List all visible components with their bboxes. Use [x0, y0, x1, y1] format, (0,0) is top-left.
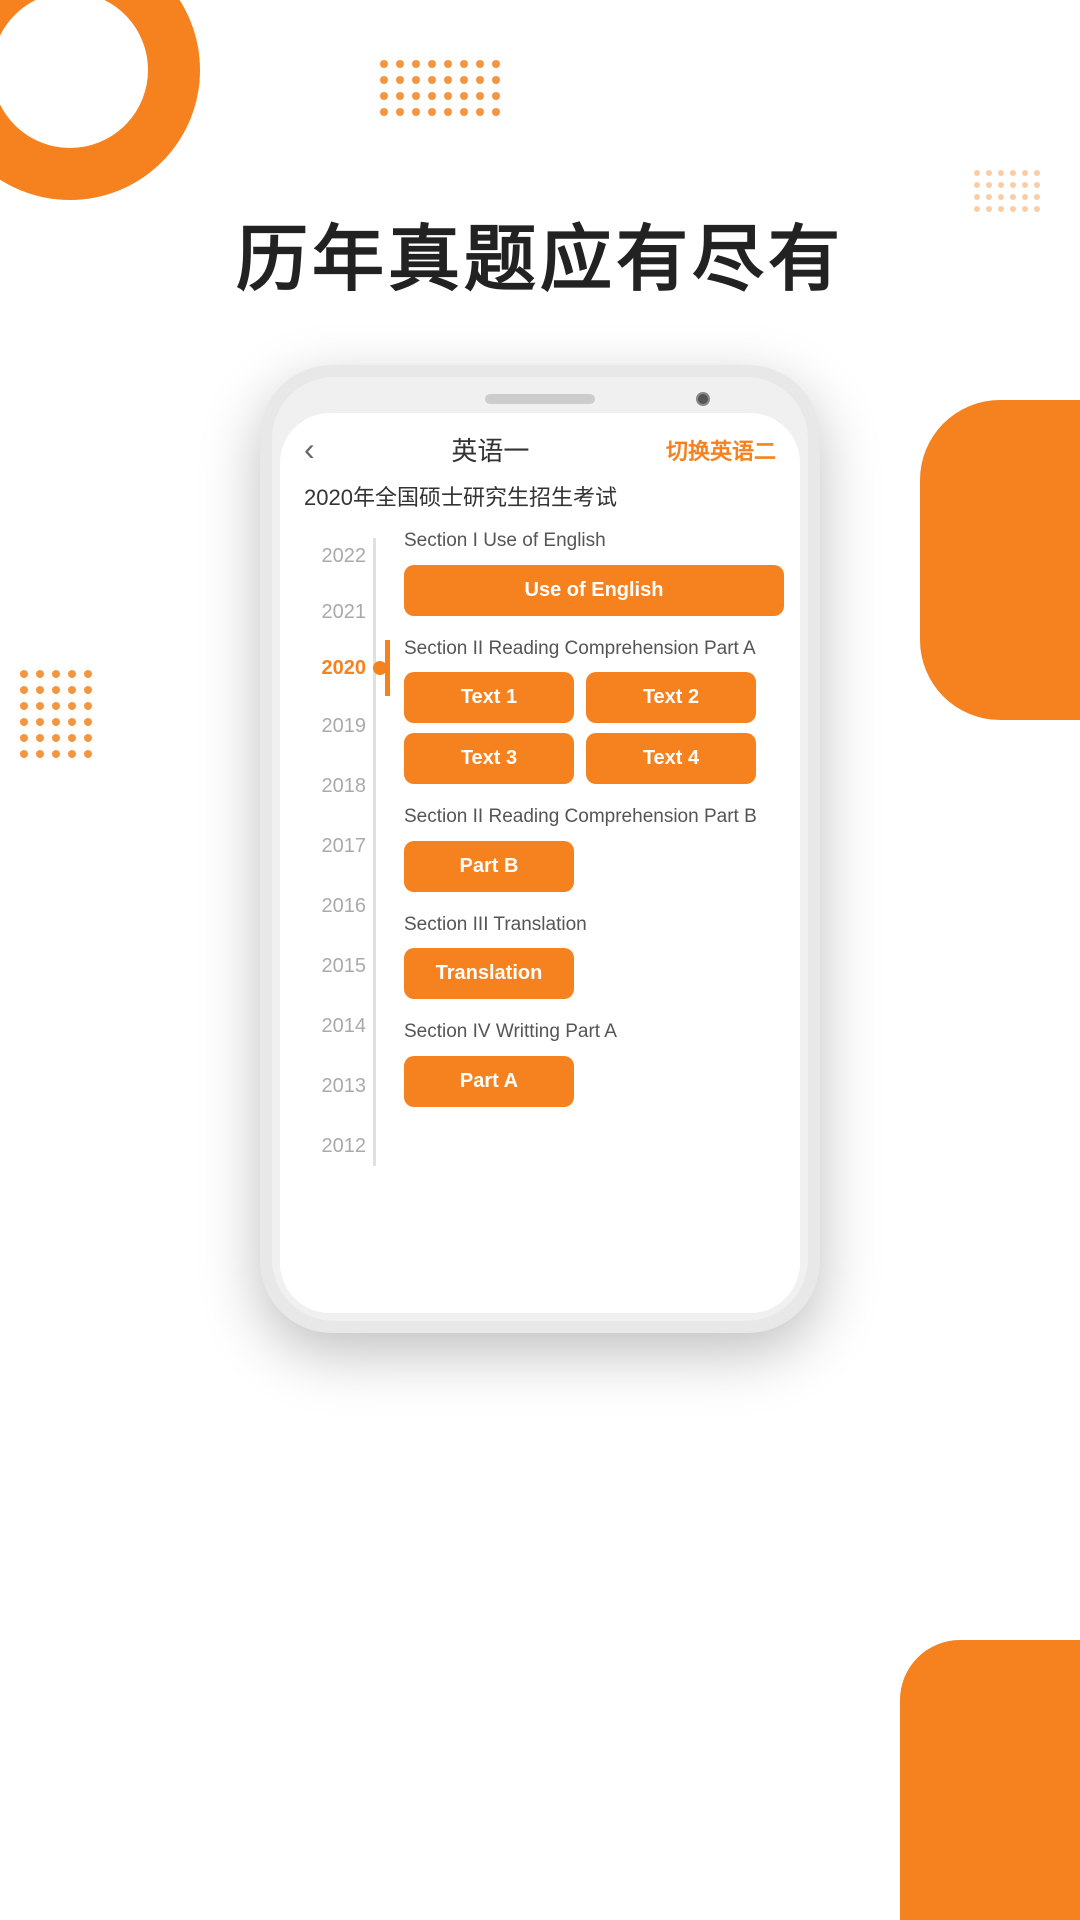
text3-button[interactable]: Text 3: [404, 733, 574, 784]
section2a-row1: Text 1 Text 2: [404, 672, 784, 723]
parta-button[interactable]: Part A: [404, 1056, 574, 1107]
main-title: 历年真题应有尽有: [0, 0, 1080, 305]
section-reading-partb: Section II Reading Comprehension Part B …: [404, 804, 784, 892]
year-2018[interactable]: 2018: [322, 756, 367, 816]
section4-label: Section IV Writting Part A: [404, 1019, 784, 1046]
phone-camera: [696, 392, 710, 406]
year-2020-bar: [385, 640, 390, 696]
decorative-orange-bottom-right: [900, 1640, 1080, 1920]
switch-button[interactable]: 切换英语二: [666, 434, 776, 466]
year-2022[interactable]: 2022: [322, 528, 367, 584]
section4-btn-row: Part A: [404, 1056, 784, 1107]
year-2016[interactable]: 2016: [322, 876, 367, 936]
year-2017[interactable]: 2017: [322, 816, 367, 876]
section2b-label: Section II Reading Comprehension Part B: [404, 804, 784, 831]
text2-button[interactable]: Text 2: [586, 672, 756, 723]
year-2019[interactable]: 2019: [322, 696, 367, 756]
year-2020[interactable]: 2020: [322, 640, 367, 696]
timeline-years: 2022 2021 2020: [280, 528, 380, 1176]
use-of-english-button[interactable]: Use of English: [404, 565, 784, 616]
phone-speaker: [485, 394, 595, 404]
year-2021[interactable]: 2021: [322, 584, 367, 640]
section1-label: Section I Use of English: [404, 528, 784, 555]
section1-btn-row: Use of English: [404, 565, 784, 616]
phone-inner-frame: ‹ 英语一 切换英语二 2020年全国硕士研究生招生考试 2022: [272, 377, 808, 1321]
phone-mockup: ‹ 英语一 切换英语二 2020年全国硕士研究生招生考试 2022: [0, 365, 1080, 1333]
section-reading-parta: Section II Reading Comprehension Part A …: [404, 636, 784, 785]
timeline-line: [373, 538, 376, 1166]
year-2012[interactable]: 2012: [322, 1116, 367, 1176]
year-2013[interactable]: 2013: [322, 1056, 367, 1116]
section2b-btn-row: Part B: [404, 841, 784, 892]
exam-subtitle: 2020年全国硕士研究生招生考试: [280, 476, 800, 528]
app-title: 英语一: [451, 431, 529, 468]
section3-label: Section III Translation: [404, 912, 784, 939]
section2a-row2: Text 3 Text 4: [404, 733, 784, 784]
section2a-label: Section II Reading Comprehension Part A: [404, 636, 784, 663]
phone-notch: [280, 385, 800, 413]
sections-content: Section I Use of English Use of English …: [380, 528, 800, 1176]
partb-button[interactable]: Part B: [404, 841, 574, 892]
text4-button[interactable]: Text 4: [586, 733, 756, 784]
section-writing-parta: Section IV Writting Part A Part A: [404, 1019, 784, 1107]
translation-button[interactable]: Translation: [404, 948, 574, 999]
text1-button[interactable]: Text 1: [404, 672, 574, 723]
phone-screen: ‹ 英语一 切换英语二 2020年全国硕士研究生招生考试 2022: [280, 413, 800, 1313]
year-2015[interactable]: 2015: [322, 936, 367, 996]
section-translation: Section III Translation Translation: [404, 912, 784, 1000]
timeline-layout: 2022 2021 2020: [280, 528, 800, 1196]
back-button[interactable]: ‹: [304, 431, 315, 468]
year-2014[interactable]: 2014: [322, 996, 367, 1056]
section-use-of-english: Section I Use of English Use of English: [404, 528, 784, 616]
section3-btn-row: Translation: [404, 948, 784, 999]
phone-outer-frame: ‹ 英语一 切换英语二 2020年全国硕士研究生招生考试 2022: [260, 365, 820, 1333]
app-header: ‹ 英语一 切换英语二: [280, 413, 800, 476]
